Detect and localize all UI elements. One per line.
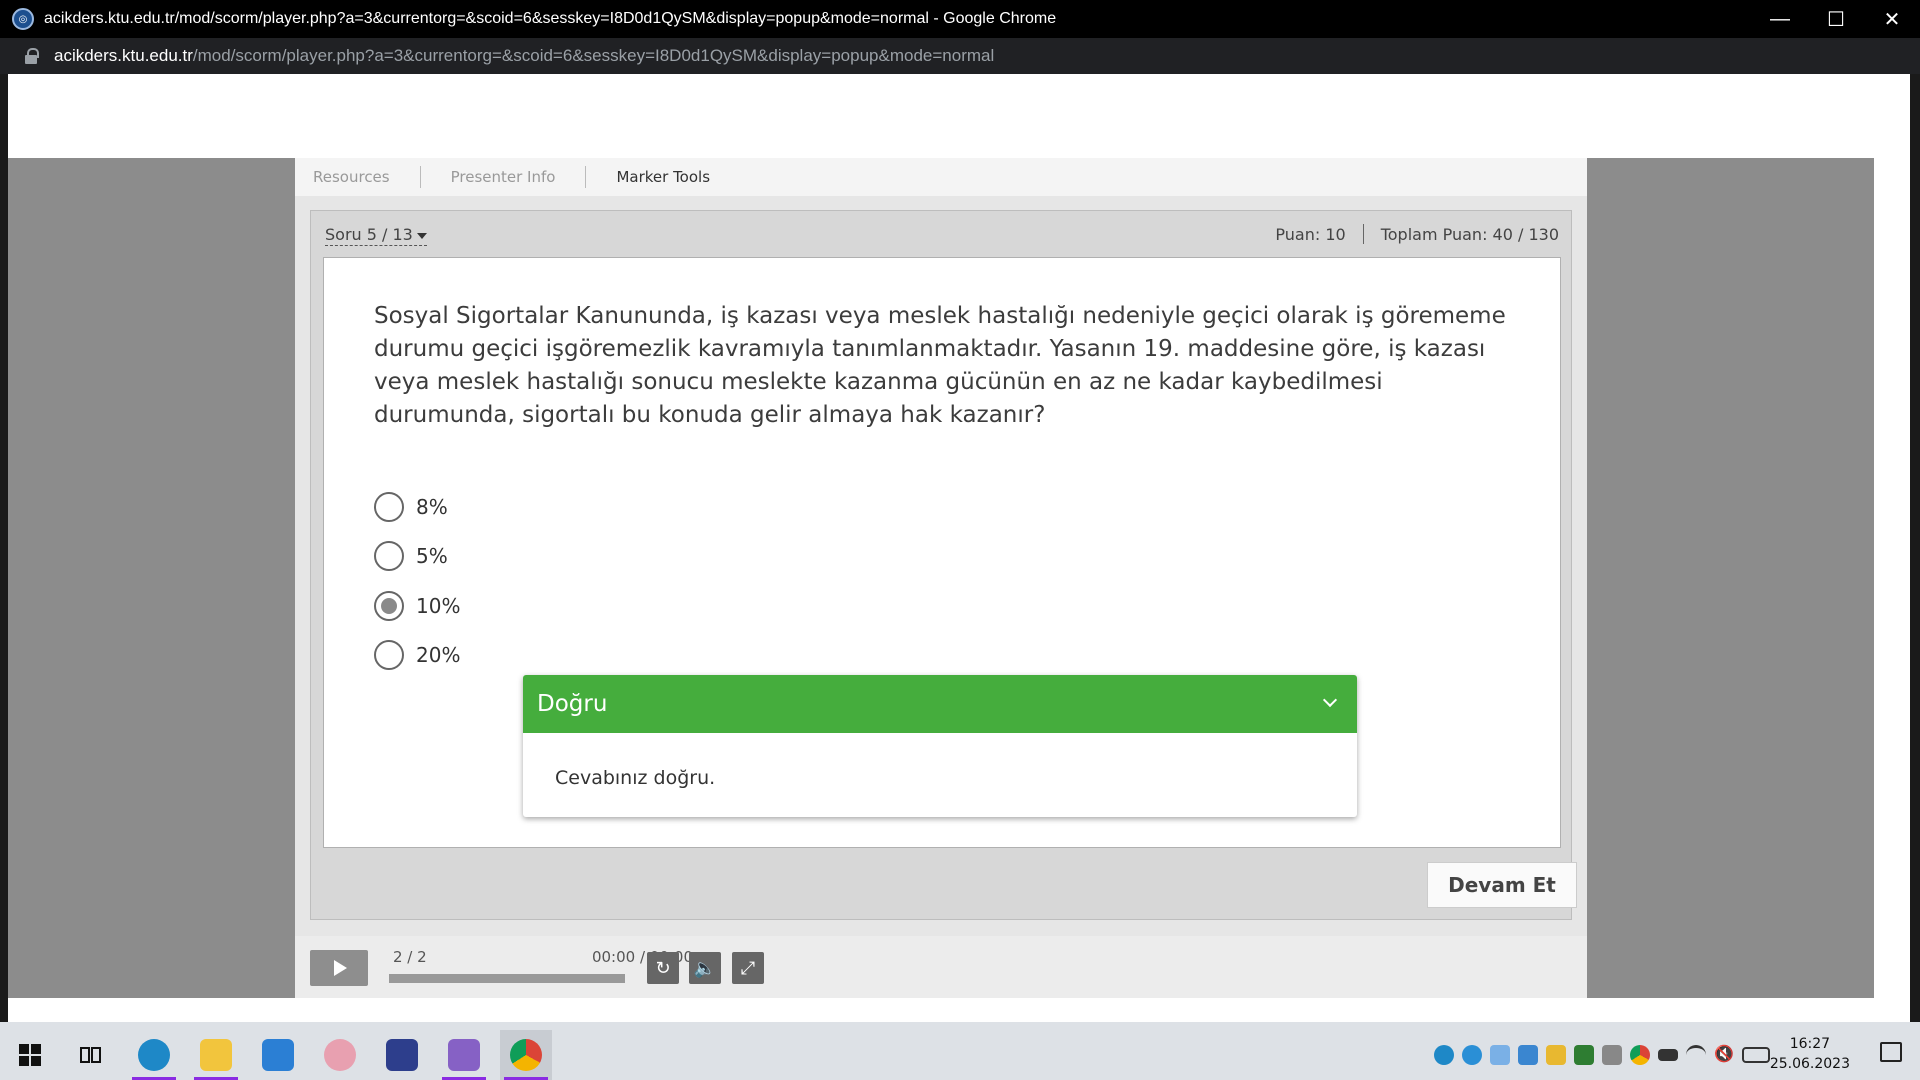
continue-button[interactable]: Devam Et: [1427, 862, 1577, 908]
maximize-button[interactable]: ☐: [1808, 0, 1864, 38]
taskbar-app-visual-studio[interactable]: [438, 1030, 490, 1080]
system-tray: 🔇: [1434, 1030, 1770, 1080]
site-favicon-icon: ◎: [12, 8, 34, 30]
total-points: Toplam Puan: 40 / 130: [1380, 224, 1559, 244]
taskbar-app-paint[interactable]: [314, 1030, 366, 1080]
taskbar-clock[interactable]: 16:27 25.06.2023: [1770, 1034, 1850, 1074]
progress-bar[interactable]: [389, 974, 625, 983]
keyboard-icon[interactable]: [1742, 1047, 1770, 1063]
security-tray-icon[interactable]: [1574, 1045, 1594, 1065]
scorm-player: Resources Presenter Info Marker Tools So…: [295, 158, 1587, 998]
edge-icon: [138, 1039, 170, 1071]
clock-date: 25.06.2023: [1769, 1056, 1850, 1072]
question-number: Soru 5 / 13: [325, 225, 413, 244]
media-controls: 2 / 2 00:00 / 00:00 ↻ 🔈 ⤢: [295, 936, 1587, 998]
play-icon: [334, 960, 347, 976]
radio-button[interactable]: [374, 640, 404, 670]
radio-button[interactable]: [374, 541, 404, 571]
start-button[interactable]: [4, 1030, 56, 1080]
feedback-header[interactable]: Doğru: [523, 675, 1357, 733]
option-8-percent[interactable]: 8%: [374, 490, 448, 524]
radio-button[interactable]: [374, 492, 404, 522]
option-20-percent[interactable]: 20%: [374, 638, 460, 672]
player-tabs: Resources Presenter Info Marker Tools: [295, 158, 1587, 196]
tab-resources[interactable]: Resources: [295, 166, 421, 188]
option-10-percent[interactable]: 10%: [374, 589, 460, 623]
option-label: 5%: [416, 544, 448, 568]
fullscreen-icon[interactable]: ⤢: [732, 952, 764, 984]
option-label: 10%: [416, 594, 461, 618]
python-icon: [200, 1039, 232, 1071]
chevron-down-icon[interactable]: [1322, 692, 1338, 708]
caret-down-icon: [416, 232, 427, 239]
taskbar-app-vscode[interactable]: [252, 1030, 304, 1080]
notification-icon[interactable]: [1880, 1042, 1902, 1062]
taskbar-app-devcpp[interactable]: [376, 1030, 428, 1080]
network-tray-icon[interactable]: [1490, 1045, 1510, 1065]
taskbar-app-chrome[interactable]: [500, 1030, 552, 1080]
vscode-icon: [262, 1039, 294, 1071]
window-title: acikders.ktu.edu.tr/mod/scorm/player.php…: [44, 10, 1057, 27]
paint-icon: [324, 1039, 356, 1071]
close-button[interactable]: ✕: [1864, 0, 1920, 38]
device-tray-icon[interactable]: [1602, 1045, 1622, 1065]
battery-icon[interactable]: [1658, 1049, 1678, 1061]
url-text[interactable]: acikders.ktu.edu.tr/mod/scorm/player.php…: [54, 46, 994, 66]
option-label: 20%: [416, 643, 461, 667]
visual-studio-icon: [448, 1039, 480, 1071]
lock-icon[interactable]: [24, 48, 39, 64]
browser-title-bar: ◎ acikders.ktu.edu.tr/mod/scorm/player.p…: [0, 0, 1920, 38]
tab-presenter-info[interactable]: Presenter Info: [421, 166, 587, 188]
edge-tray-icon[interactable]: [1434, 1045, 1454, 1065]
address-bar[interactable]: acikders.ktu.edu.tr/mod/scorm/player.php…: [0, 38, 1920, 74]
app-tray-icon[interactable]: [1546, 1045, 1566, 1065]
chrome-icon: [510, 1039, 542, 1071]
option-label: 8%: [416, 495, 448, 519]
radio-button-selected[interactable]: [374, 591, 404, 621]
edge-dev-tray-icon[interactable]: [1462, 1045, 1482, 1065]
minimize-button[interactable]: —: [1752, 0, 1808, 38]
volume-muted-icon[interactable]: 🔇: [1714, 1045, 1734, 1065]
question-text: Sosyal Sigortalar Kanununda, iş kazası v…: [374, 303, 1506, 428]
chrome-tray-icon[interactable]: [1630, 1045, 1650, 1065]
play-button[interactable]: [310, 950, 368, 986]
volume-icon[interactable]: 🔈: [689, 952, 721, 984]
url-host: acikders.ktu.edu.tr: [54, 46, 193, 65]
taskbar-app-edge[interactable]: [128, 1030, 180, 1080]
feedback-title: Doğru: [537, 691, 608, 717]
question-number-dropdown[interactable]: Soru 5 / 13: [325, 225, 427, 246]
clock-time: 16:27: [1789, 1036, 1831, 1052]
option-5-percent[interactable]: 5%: [374, 539, 448, 573]
quiz-header: Soru 5 / 13 Puan: 10 Toplam Puan: 40 / 1…: [311, 211, 1571, 259]
cloud-tray-icon[interactable]: [1518, 1045, 1538, 1065]
tab-marker-tools[interactable]: Marker Tools: [586, 166, 740, 188]
task-view-button[interactable]: [64, 1030, 116, 1080]
points: Puan: 10: [1275, 224, 1346, 244]
replay-icon[interactable]: ↻: [647, 952, 679, 984]
score-divider: [1362, 224, 1364, 244]
url-path: /mod/scorm/player.php?a=3&currentorg=&sc…: [192, 46, 995, 65]
slide-count: 2 / 2: [393, 948, 427, 966]
wifi-icon[interactable]: [1686, 1045, 1706, 1065]
window-right-edge: [1910, 74, 1920, 1022]
score-display: Puan: 10 Toplam Puan: 40 / 130: [1275, 224, 1559, 244]
window-left-edge: [0, 74, 8, 1022]
taskbar-app-python[interactable]: [190, 1030, 242, 1080]
devcpp-icon: [386, 1039, 418, 1071]
feedback-popup: Doğru Cevabınız doğru.: [523, 675, 1357, 817]
task-view-icon: [80, 1047, 101, 1063]
windows-icon: [19, 1044, 41, 1066]
feedback-message: Cevabınız doğru.: [555, 767, 716, 789]
